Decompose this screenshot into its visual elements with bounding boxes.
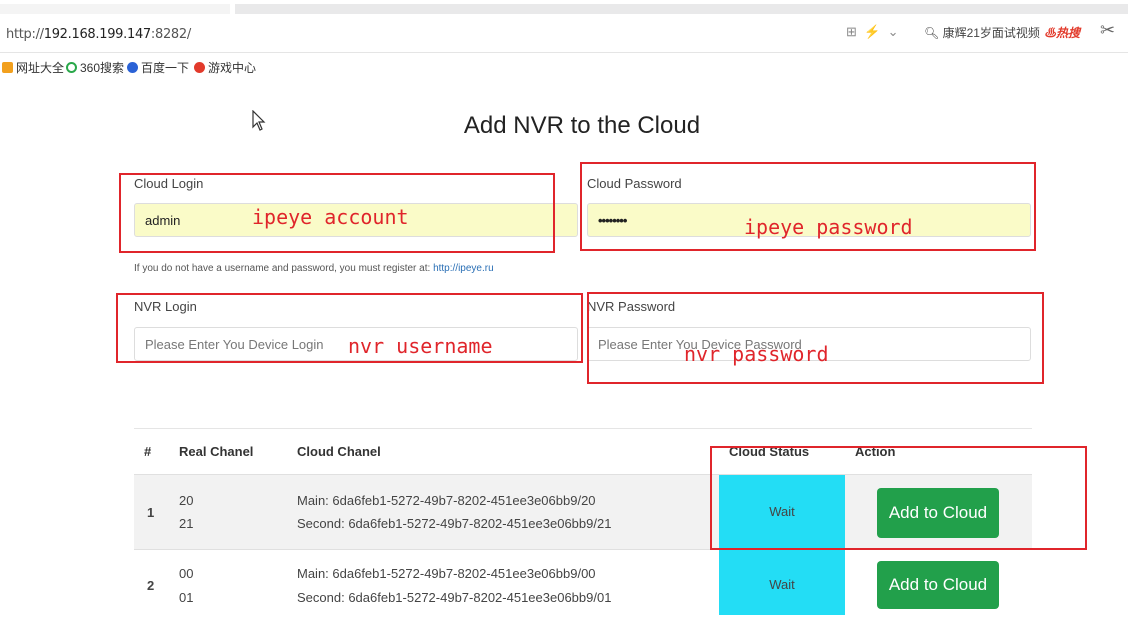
annotation-box-nvr-password (587, 292, 1044, 384)
register-hint: If you do not have a username and passwo… (134, 263, 494, 274)
annotation-nvr-login: nvr username (348, 334, 493, 358)
search-icon: 🔍︎ (924, 26, 940, 40)
table-header-num: # (144, 444, 152, 459)
real-channel-main: 00 (179, 566, 194, 581)
lightning-icon[interactable]: ⚡ (864, 24, 880, 39)
table-top-border (134, 428, 1032, 429)
url-scheme: http:// (6, 27, 44, 42)
real-channel-second: 01 (179, 590, 194, 605)
page-title: Add NVR to the Cloud (463, 112, 701, 139)
table-header-cloud-channel: Cloud Chanel (297, 444, 381, 459)
bookmark-icon (127, 62, 138, 73)
real-channel-main: 20 (179, 493, 194, 508)
annotation-cloud-login: ipeye account (252, 205, 409, 229)
bookmark-label: 游戏中心 (208, 61, 257, 75)
bookmarks-bar: 网址大全 360搜索 百度一下 游戏中心 (0, 55, 1128, 79)
annotation-nvr-password: nvr password (684, 342, 829, 366)
row-number: 1 (147, 505, 155, 520)
hot-search-badge[interactable]: ♨热搜 (1044, 24, 1080, 41)
browser-tab[interactable] (0, 4, 230, 14)
bookmark-icon (2, 62, 13, 73)
hot-label: 热搜 (1056, 26, 1081, 40)
bookmark-item[interactable]: 网址大全 (2, 59, 64, 76)
cloud-channel-second: Second: 6da6feb1-5272-49b7-8202-451ee3e0… (297, 516, 612, 531)
browser-search[interactable]: 🔍︎ 康辉21岁面试视频 (924, 24, 1040, 41)
bookmark-label: 百度一下 (141, 61, 190, 75)
cloud-channel-second: Second: 6da6feb1-5272-49b7-8202-451ee3e0… (297, 590, 612, 605)
add-to-cloud-button[interactable]: Add to Cloud (877, 561, 999, 609)
row-number: 2 (147, 578, 155, 593)
bookmark-item[interactable]: 百度一下 (127, 59, 189, 76)
cloud-channel-main: Main: 6da6feb1-5272-49b7-8202-451ee3e06b… (297, 493, 596, 508)
register-link[interactable]: http://ipeye.ru (433, 263, 494, 274)
annotation-cloud-password: ipeye password (744, 215, 913, 239)
url-text[interactable]: http://192.168.199.147:8282/ (6, 27, 191, 42)
url-port: :8282/ (150, 27, 191, 42)
bookmark-label: 网址大全 (16, 61, 65, 75)
scissors-icon[interactable]: ✂ (1100, 20, 1115, 41)
real-channel-second: 21 (179, 516, 194, 531)
browser-tab-strip (235, 4, 1128, 14)
table-header-real-channel: Real Chanel (179, 444, 254, 459)
grid-icon[interactable]: ⊞ (846, 24, 857, 39)
bookmark-item[interactable]: 游戏中心 (194, 59, 256, 76)
bookmark-icon (194, 62, 205, 73)
flame-icon: ♨ (1044, 26, 1057, 40)
address-bar-icons: ⊞ ⚡ ⌄ (846, 24, 898, 40)
annotation-box-status-action (710, 446, 1087, 550)
status-badge: Wait (719, 550, 845, 615)
bookmark-label: 360搜索 (80, 61, 125, 75)
chevron-down-icon[interactable]: ⌄ (888, 24, 899, 39)
bookmark-icon (66, 62, 77, 73)
register-hint-text: If you do not have a username and passwo… (134, 263, 434, 274)
bookmark-item[interactable]: 360搜索 (66, 59, 124, 76)
search-text: 康辉21岁面试视频 (942, 26, 1040, 40)
cloud-channel-main: Main: 6da6feb1-5272-49b7-8202-451ee3e06b… (297, 566, 596, 581)
url-host: 192.168.199.147 (43, 27, 151, 42)
